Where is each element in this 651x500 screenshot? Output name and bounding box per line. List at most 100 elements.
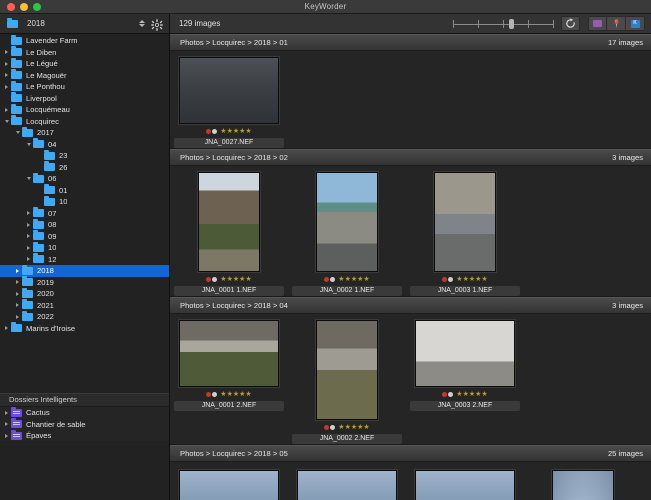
smart-folder-chantier-de-sable[interactable]: Chantier de sable — [0, 418, 169, 430]
thumbnail-cell[interactable] — [524, 470, 642, 500]
tree-item-12[interactable]: 12 — [0, 253, 169, 266]
tree-item-04[interactable]: 04 — [0, 138, 169, 151]
pin-button[interactable] — [607, 16, 626, 31]
chevron-right-icon[interactable] — [2, 410, 11, 415]
chevron-right-icon[interactable] — [24, 222, 33, 227]
tree-item-09[interactable]: 09 — [0, 230, 169, 243]
thumbnail-cell[interactable]: ★ ★ ★ ★ ★ JNA_0002 1.NEF — [288, 172, 406, 296]
color-label-red[interactable] — [442, 277, 448, 282]
star-icon[interactable]: ★ — [245, 128, 251, 135]
tree-item-2019[interactable]: 2019 — [0, 276, 169, 289]
color-label-grey[interactable] — [448, 277, 454, 282]
chevron-right-icon[interactable] — [2, 326, 11, 331]
chevron-right-icon[interactable] — [24, 211, 33, 216]
photo-thumbnail[interactable] — [179, 320, 279, 387]
stepper-updown-icon[interactable] — [138, 20, 146, 27]
minimize-window-button[interactable] — [20, 2, 28, 11]
tree-item-2017[interactable]: 2017 — [0, 126, 169, 139]
chevron-down-icon[interactable] — [2, 119, 11, 123]
color-label-red[interactable] — [442, 392, 448, 397]
tree-item-lavender-farm[interactable]: Lavender Farm — [0, 34, 169, 47]
color-label-red[interactable] — [206, 277, 212, 282]
refresh-button[interactable] — [561, 16, 580, 31]
color-label-grey[interactable] — [330, 425, 336, 430]
star-icon[interactable]: ★ — [363, 276, 369, 283]
thumbnail-cell[interactable]: ★ ★ ★ ★ ★ JNA_0001 1.NEF — [170, 172, 288, 296]
chevron-right-icon[interactable] — [13, 303, 22, 308]
thumbnail-cell[interactable]: ★ ★ ★ ★ ★ JNA_0003 1.NEF — [406, 172, 524, 296]
star-icon[interactable]: ★ — [481, 391, 487, 398]
chevron-right-icon[interactable] — [24, 257, 33, 262]
chevron-right-icon[interactable] — [2, 50, 11, 55]
tree-item-26[interactable]: 26 — [0, 161, 169, 174]
star-rating[interactable]: ★ ★ ★ ★ ★ — [338, 424, 369, 431]
chevron-right-icon[interactable] — [13, 268, 22, 273]
tree-item-2018[interactable]: 2018 — [0, 264, 169, 277]
chevron-down-icon[interactable] — [13, 131, 22, 135]
tree-item-locquirec[interactable]: Locquirec — [0, 115, 169, 128]
tree-item-01[interactable]: 01 — [0, 184, 169, 197]
thumbnail-cell[interactable]: ★ ★ ★ ★ ★ JNA_0001 2.NEF — [170, 320, 288, 444]
photo-thumbnail[interactable] — [297, 470, 397, 500]
star-rating[interactable]: ★ ★ ★ ★ ★ — [456, 391, 487, 398]
tree-item-le-diben[interactable]: Le Diben — [0, 46, 169, 59]
folder-tree[interactable]: Lavender Farm Le Diben Le Légué Le Magouër L… — [0, 34, 169, 393]
chevron-right-icon[interactable] — [13, 280, 22, 285]
thumbnail-cell[interactable] — [170, 470, 288, 500]
photo-thumbnail[interactable] — [434, 172, 496, 272]
star-rating[interactable]: ★ ★ ★ ★ ★ — [220, 276, 251, 283]
smart-folders-list[interactable]: Cactus Chantier de sable Épaves — [0, 406, 169, 442]
tree-item-le-l-gu-[interactable]: Le Légué — [0, 57, 169, 70]
thumbnail-cell[interactable]: ★ ★ ★ ★ ★ JNA_0002 2.NEF — [288, 320, 406, 444]
tree-item-marins-d-iroise[interactable]: Marins d'Iroise — [0, 322, 169, 335]
group-header[interactable]: Photos > Locquirec > 2018 > 05 25 images — [170, 445, 651, 462]
tree-item-06[interactable]: 06 — [0, 172, 169, 185]
star-icon[interactable]: ★ — [363, 424, 369, 431]
chevron-right-icon[interactable] — [2, 84, 11, 89]
tree-item-07[interactable]: 07 — [0, 207, 169, 220]
photo-thumbnail[interactable] — [415, 470, 515, 500]
tree-item-2021[interactable]: 2021 — [0, 299, 169, 312]
smart-folder-cactus[interactable]: Cactus — [0, 406, 169, 419]
chevron-right-icon[interactable] — [2, 422, 11, 426]
maximize-window-button[interactable] — [33, 2, 41, 11]
group-header[interactable]: Photos > Locquirec > 2018 > 01 17 images — [170, 34, 651, 51]
purple-swatch-button[interactable] — [588, 16, 607, 31]
chevron-right-icon[interactable] — [24, 245, 33, 250]
color-label-red[interactable] — [324, 425, 330, 430]
photo-thumbnail[interactable] — [552, 470, 614, 500]
chevron-right-icon[interactable] — [13, 314, 22, 319]
tree-item-2022[interactable]: 2022 — [0, 310, 169, 323]
color-label-grey[interactable] — [330, 277, 336, 282]
gear-icon[interactable] — [151, 18, 163, 31]
color-label-grey[interactable] — [212, 392, 218, 397]
chevron-right-icon[interactable] — [2, 433, 11, 438]
photo-thumbnail[interactable] — [415, 320, 515, 387]
chevron-right-icon[interactable] — [13, 291, 22, 296]
photo-thumbnail[interactable] — [179, 470, 279, 500]
photo-thumbnail[interactable] — [316, 172, 378, 272]
star-icon[interactable]: ★ — [245, 276, 251, 283]
smart-folder--paves[interactable]: Épaves — [0, 429, 169, 442]
close-window-button[interactable] — [7, 2, 15, 11]
tree-item-23[interactable]: 23 — [0, 149, 169, 162]
star-rating[interactable]: ★ ★ ★ ★ ★ — [456, 276, 487, 283]
color-label-grey[interactable] — [448, 392, 454, 397]
photo-thumbnail[interactable] — [198, 172, 260, 272]
star-rating[interactable]: ★ ★ ★ ★ ★ — [338, 276, 369, 283]
group-header[interactable]: Photos > Locquirec > 2018 > 02 3 images — [170, 149, 651, 166]
tree-item-le-magou-r[interactable]: Le Magouër — [0, 69, 169, 82]
tree-item-le-ponthou[interactable]: Le Ponthou — [0, 80, 169, 93]
color-label-red[interactable] — [206, 392, 212, 397]
slider-knob[interactable] — [508, 18, 514, 29]
chevron-right-icon[interactable] — [2, 73, 11, 78]
thumbnail-cell[interactable]: ★ ★ ★ ★ ★ JNA_0003 2.NEF — [406, 320, 524, 444]
star-icon[interactable]: ★ — [481, 276, 487, 283]
chevron-right-icon[interactable] — [2, 107, 11, 112]
star-rating[interactable]: ★ ★ ★ ★ ★ — [220, 391, 251, 398]
tree-item-08[interactable]: 08 — [0, 218, 169, 231]
photo-thumbnail[interactable] — [179, 57, 279, 124]
thumbnail-cell[interactable]: ★ ★ ★ ★ ★ JNA_0027.NEF — [170, 57, 288, 148]
color-label-grey[interactable] — [212, 129, 218, 134]
thumbnail-cell[interactable] — [288, 470, 406, 500]
